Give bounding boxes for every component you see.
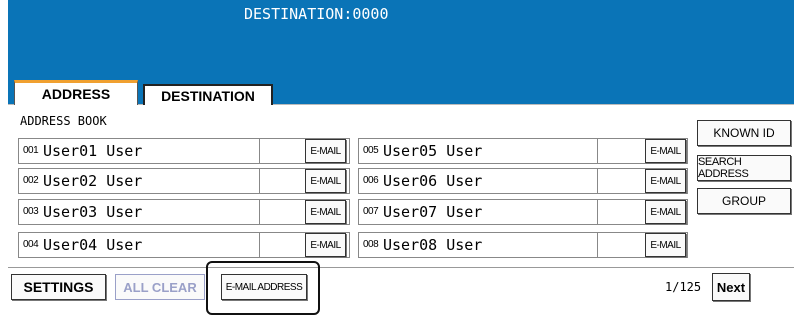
email-button[interactable]: E-MAIL — [305, 169, 346, 193]
entry-name: User02 User — [43, 172, 143, 190]
entry-name: User01 User — [43, 142, 143, 160]
callout-highlight-frame — [206, 261, 320, 315]
known-id-button[interactable]: KNOWN ID — [697, 120, 791, 146]
entry-name: User08 User — [383, 236, 483, 254]
address-entry-005[interactable]: 005 User05 User E-MAIL — [358, 138, 688, 164]
all-clear-button[interactable]: ALL CLEAR — [115, 274, 205, 300]
entry-divider — [597, 169, 598, 193]
entry-name: User06 User — [383, 172, 483, 190]
email-button[interactable]: E-MAIL — [305, 233, 346, 257]
entry-divider — [259, 169, 260, 193]
address-entry-003[interactable]: 003 User03 User E-MAIL — [18, 199, 350, 225]
footer-divider — [8, 267, 794, 268]
search-address-button[interactable]: SEARCH ADDRESS — [697, 155, 791, 181]
entry-number: 006 — [363, 175, 379, 186]
destination-title: DESTINATION:0000 — [244, 5, 389, 23]
email-button[interactable]: E-MAIL — [305, 200, 346, 224]
entry-divider — [597, 139, 598, 163]
address-entry-002[interactable]: 002 User02 User E-MAIL — [18, 168, 350, 194]
email-button[interactable]: E-MAIL — [645, 169, 686, 193]
entry-number: 008 — [363, 239, 379, 250]
email-button[interactable]: E-MAIL — [645, 200, 686, 224]
entry-divider — [597, 200, 598, 224]
entry-number: 002 — [23, 175, 39, 186]
entry-number: 004 — [23, 239, 39, 250]
tab-destination[interactable]: DESTINATION — [143, 84, 273, 105]
address-entry-004[interactable]: 004 User04 User E-MAIL — [18, 232, 350, 258]
page-indicator: 1/125 — [665, 280, 702, 294]
entry-divider — [597, 233, 598, 257]
entry-name: User05 User — [383, 142, 483, 160]
address-entry-008[interactable]: 008 User08 User E-MAIL — [358, 232, 688, 258]
address-entry-007[interactable]: 007 User07 User E-MAIL — [358, 199, 688, 225]
next-page-button[interactable]: Next — [712, 273, 750, 301]
settings-button[interactable]: SETTINGS — [11, 274, 106, 300]
address-book-label: ADDRESS BOOK — [20, 114, 107, 128]
entry-divider — [259, 233, 260, 257]
entry-divider — [259, 200, 260, 224]
email-button[interactable]: E-MAIL — [305, 139, 346, 163]
entry-number: 003 — [23, 206, 39, 217]
group-button[interactable]: GROUP — [697, 188, 791, 214]
tab-address[interactable]: ADDRESS — [14, 80, 138, 105]
entry-name: User07 User — [383, 203, 483, 221]
address-entry-006[interactable]: 006 User06 User E-MAIL — [358, 168, 688, 194]
address-entry-001[interactable]: 001 User01 User E-MAIL — [18, 138, 350, 164]
entry-divider — [259, 139, 260, 163]
entry-name: User04 User — [43, 236, 143, 254]
email-button[interactable]: E-MAIL — [645, 233, 686, 257]
email-button[interactable]: E-MAIL — [645, 139, 686, 163]
entry-number: 007 — [363, 206, 379, 217]
entry-number: 001 — [23, 145, 39, 156]
entry-name: User03 User — [43, 203, 143, 221]
entry-number: 005 — [363, 145, 379, 156]
